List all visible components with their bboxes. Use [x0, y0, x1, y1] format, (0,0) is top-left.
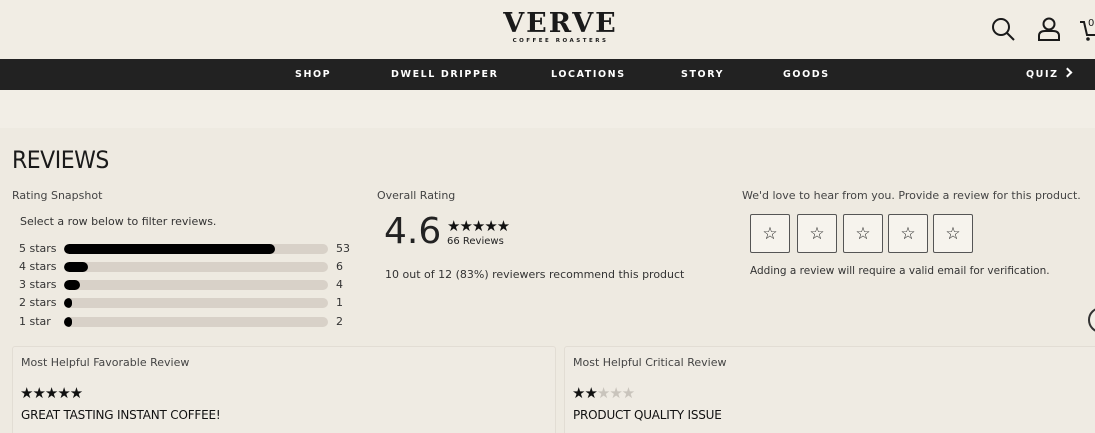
- rate-4-star-button[interactable]: ☆: [888, 214, 928, 253]
- favorable-review-stars: ★★★★★: [20, 384, 83, 402]
- favorable-review-title: GREAT TASTING INSTANT COFFEE!: [21, 408, 221, 422]
- nav-shop[interactable]: SHOP: [295, 59, 331, 90]
- cart-count-badge: 0: [1088, 18, 1095, 29]
- chevron-right-icon: [1062, 67, 1073, 78]
- histogram-row-label: 2 stars: [19, 296, 57, 309]
- histogram-bar-fill: [64, 244, 276, 254]
- histogram-bar-fill: [64, 298, 72, 308]
- histogram-row-count: 2: [336, 315, 343, 328]
- favorable-review-card: Most Helpful Favorable Review ★★★★★ GREA…: [12, 346, 556, 433]
- site-header: VERVE COFFEE ROASTERS 0: [0, 0, 1095, 59]
- star-outline-icon: ☆: [945, 223, 961, 244]
- reviews-heading: REVIEWS: [12, 147, 109, 175]
- nav-quiz-label: QUIZ: [1026, 69, 1059, 80]
- overall-rating-heading: Overall Rating: [377, 189, 456, 202]
- brand-logo[interactable]: VERVE COFFEE ROASTERS: [488, 8, 633, 45]
- critical-review-label: Most Helpful Critical Review: [573, 356, 727, 369]
- filled-stars: ★★: [572, 384, 598, 402]
- histogram-row-label: 5 stars: [19, 242, 57, 255]
- filter-instruction: Select a row below to filter reviews.: [20, 215, 217, 228]
- rate-1-star-button[interactable]: ☆: [750, 214, 790, 253]
- section-spacer: [0, 90, 1095, 128]
- histogram-row-label: 3 stars: [19, 278, 57, 291]
- histogram-bar-track: [64, 262, 328, 272]
- nav-quiz[interactable]: QUIZ: [1026, 59, 1073, 90]
- filled-stars: ★★★★★: [20, 384, 83, 402]
- review-count[interactable]: 66 Reviews: [447, 236, 504, 247]
- histogram-bar-fill: [64, 317, 72, 327]
- write-review-prompt: We'd love to hear from you. Provide a re…: [742, 189, 1081, 202]
- account-icon[interactable]: [1036, 16, 1062, 42]
- histogram-bar-track: [64, 280, 328, 290]
- histogram-row[interactable]: 4 stars 6: [19, 260, 359, 274]
- histogram-bar-fill: [64, 262, 88, 272]
- email-verification-note: Adding a review will require a valid ema…: [750, 265, 1050, 277]
- rate-5-star-button[interactable]: ☆: [933, 214, 973, 253]
- average-rating-value: 4.6: [384, 211, 442, 252]
- histogram-row[interactable]: 1 star 2: [19, 315, 359, 329]
- star-outline-icon: ☆: [900, 223, 916, 244]
- critical-review-title: PRODUCT QUALITY ISSUE: [573, 408, 722, 422]
- histogram-row-count: 1: [336, 296, 343, 309]
- histogram-row-count: 6: [336, 260, 343, 273]
- histogram-bar-track: [64, 244, 328, 254]
- search-icon[interactable]: [990, 16, 1016, 42]
- histogram-row[interactable]: 5 stars 53: [19, 242, 359, 256]
- nav-dwell-dripper[interactable]: DWELL DRIPPER: [391, 59, 499, 90]
- histogram-bar-track: [64, 298, 328, 308]
- histogram-row-label: 4 stars: [19, 260, 57, 273]
- rate-3-star-button[interactable]: ☆: [843, 214, 883, 253]
- critical-review-stars: ★★★★★: [572, 384, 635, 402]
- floating-action-button[interactable]: [1088, 307, 1095, 333]
- histogram-bar-track: [64, 317, 328, 327]
- histogram-row-count: 4: [336, 278, 343, 291]
- average-rating-stars: ★★★★★: [447, 217, 510, 235]
- histogram-bar-fill: [64, 280, 80, 290]
- histogram-row[interactable]: 3 stars 4: [19, 278, 359, 292]
- rating-snapshot-heading: Rating Snapshot: [12, 189, 103, 202]
- main-nav: SHOP DWELL DRIPPER LOCATIONS STORY GOODS…: [0, 59, 1095, 90]
- rate-2-star-button[interactable]: ☆: [797, 214, 837, 253]
- empty-stars: ★★★: [596, 384, 635, 402]
- recommend-summary: 10 out of 12 (83%) reviewers recommend t…: [385, 268, 685, 281]
- star-outline-icon: ☆: [855, 223, 871, 244]
- histogram-row-count: 53: [336, 242, 350, 255]
- nav-goods[interactable]: GOODS: [783, 59, 830, 90]
- critical-review-card: Most Helpful Critical Review ★★★★★ PRODU…: [564, 346, 1095, 433]
- histogram-row-label: 1 star: [19, 315, 51, 328]
- histogram-row[interactable]: 2 stars 1: [19, 296, 359, 310]
- nav-locations[interactable]: LOCATIONS: [551, 59, 626, 90]
- logo-wordmark: VERVE: [503, 8, 618, 39]
- nav-story[interactable]: STORY: [681, 59, 724, 90]
- star-outline-icon: ☆: [809, 223, 825, 244]
- favorable-review-label: Most Helpful Favorable Review: [21, 356, 190, 369]
- star-outline-icon: ☆: [762, 223, 778, 244]
